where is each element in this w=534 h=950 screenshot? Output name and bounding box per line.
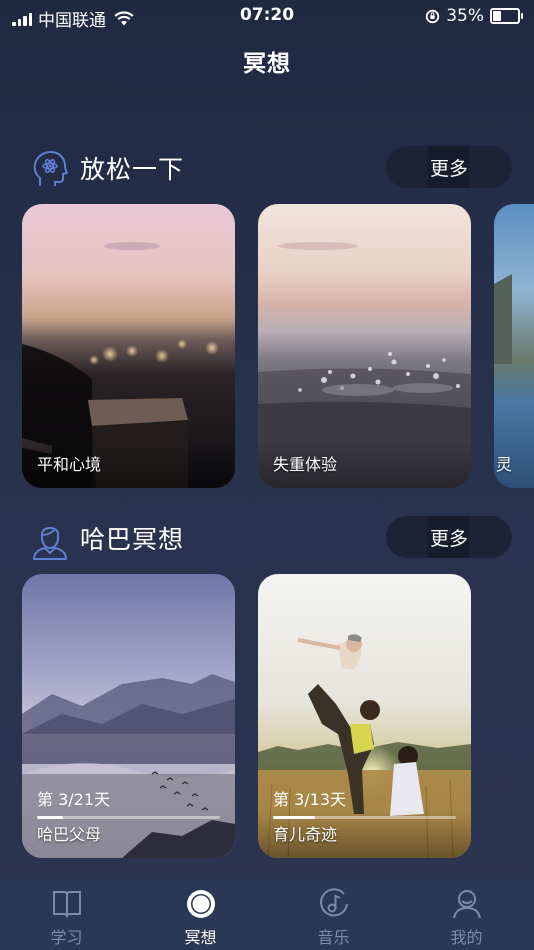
book-icon <box>52 891 81 918</box>
music-disc-icon <box>319 888 348 917</box>
head-atom-icon <box>33 151 68 186</box>
tab-label: 冥想 <box>184 928 217 947</box>
card-label: 育儿奇迹 <box>273 825 338 844</box>
card-label: 失重体验 <box>273 455 338 474</box>
person-icon <box>33 527 67 560</box>
more-button[interactable]: 更多 <box>386 146 512 188</box>
card-label: 平和心境 <box>37 455 102 474</box>
course-progress-text: 第 3/13天 <box>273 790 347 809</box>
course-card[interactable]: 第 3/13天 育儿奇迹 <box>258 574 471 858</box>
course-card[interactable]: 第 3/21天 哈巴父母 <box>22 574 235 858</box>
tab-music[interactable]: 音乐 <box>267 878 400 950</box>
orientation-lock-icon <box>426 9 440 23</box>
tab-meditation[interactable]: 冥想 <box>134 878 267 950</box>
status-right: 35% <box>425 6 523 26</box>
section-title: 哈巴冥想 <box>80 525 185 554</box>
meditation-card[interactable]: 失重体验 <box>258 204 471 488</box>
section-title: 放松一下 <box>80 155 185 184</box>
battery-percent: 35% <box>446 6 484 26</box>
circle-icon <box>186 890 215 918</box>
tab-bar: 学习 冥想 音乐 我的 <box>0 878 534 950</box>
page-title: 冥想 <box>243 51 291 77</box>
course-progress-bar <box>37 816 220 819</box>
battery-icon <box>490 8 523 24</box>
status-bar: 中国联通 07:20 35% <box>0 0 534 32</box>
tab-study[interactable]: 学习 <box>0 878 133 950</box>
course-progress-bar <box>273 816 456 819</box>
card-label: 灵 <box>496 455 513 474</box>
user-icon <box>452 890 481 919</box>
card-label: 哈巴父母 <box>37 825 102 844</box>
tab-label: 学习 <box>50 928 83 947</box>
meditation-card[interactable]: 平和心境 <box>22 204 235 488</box>
tab-label: 音乐 <box>317 928 350 947</box>
section-header-relax: 放松一下 更多 <box>32 146 512 190</box>
meditation-card[interactable]: 灵 <box>494 204 534 488</box>
tab-label: 我的 <box>450 928 483 947</box>
card-image-lake <box>494 204 534 488</box>
course-progress-text: 第 3/21天 <box>37 790 111 809</box>
tab-profile[interactable]: 我的 <box>400 878 533 950</box>
section-header-haba: 哈巴冥想 更多 <box>32 516 512 560</box>
more-button[interactable]: 更多 <box>386 516 512 558</box>
